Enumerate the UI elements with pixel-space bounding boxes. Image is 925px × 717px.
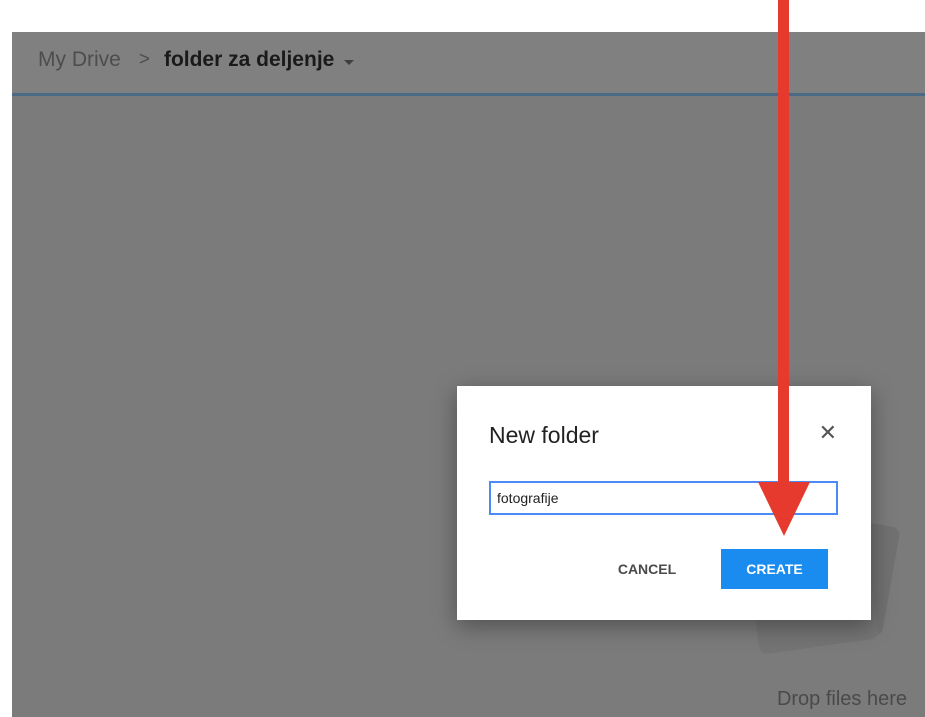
new-folder-dialog: New folder ✕ CANCEL CREATE [457,386,871,620]
create-button[interactable]: CREATE [721,549,828,589]
top-bar: My Drive > folder za deljenje [12,32,925,96]
folder-name-input[interactable] [489,481,838,515]
dialog-title: New folder [489,422,599,448]
breadcrumb-my-drive[interactable]: My Drive [38,48,121,72]
chevron-down-icon[interactable] [344,59,355,65]
breadcrumb: My Drive > folder za deljenje [38,48,355,72]
breadcrumb-separator: > [138,49,150,70]
cancel-button[interactable]: CANCEL [607,549,687,589]
drop-files-label: Drop files here [776,688,907,710]
close-icon[interactable]: ✕ [819,422,837,444]
breadcrumb-current-folder[interactable]: folder za deljenje [164,48,334,72]
